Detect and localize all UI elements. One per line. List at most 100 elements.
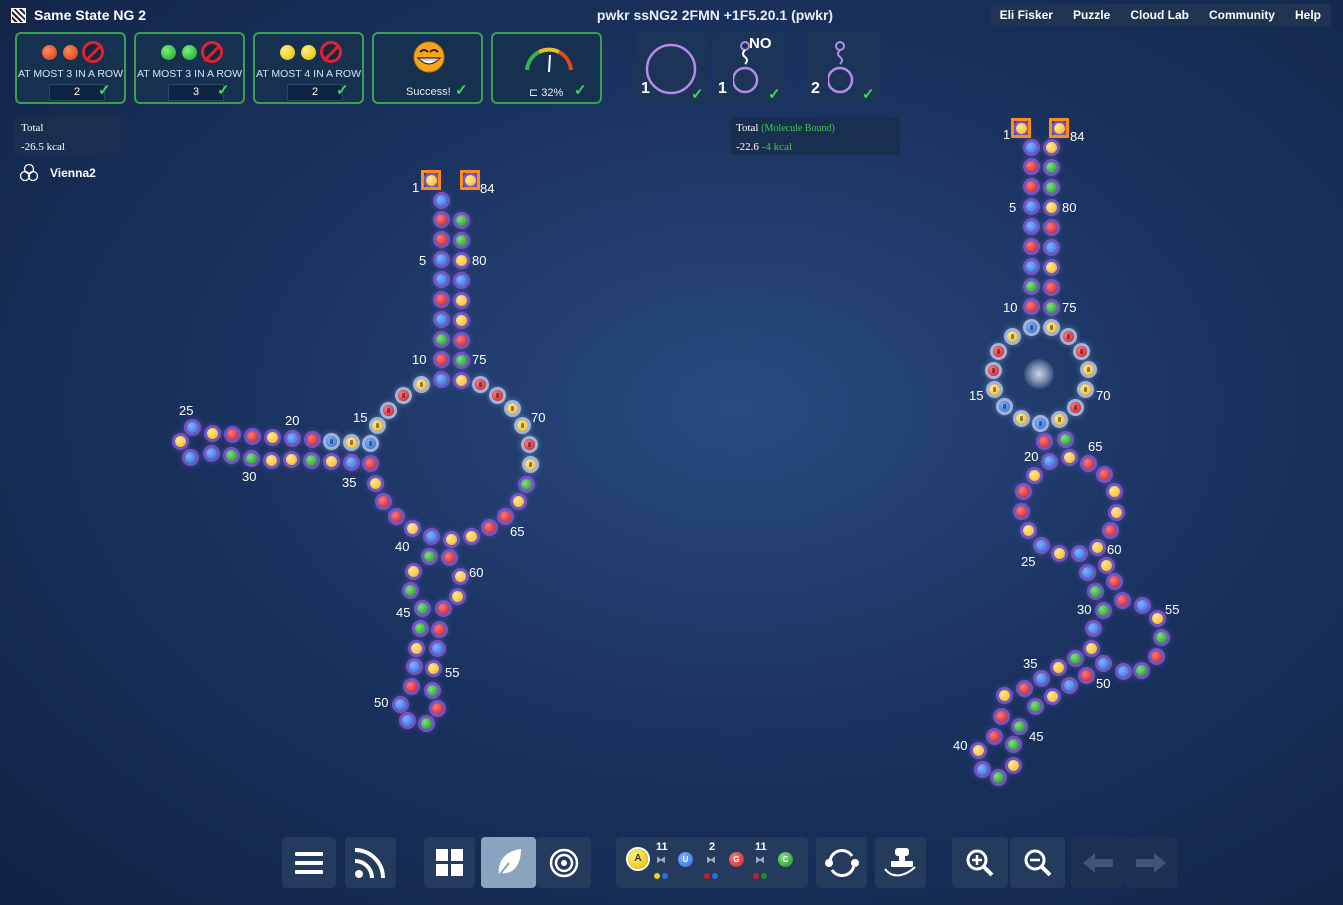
nucleotide-a[interactable] (415, 378, 427, 390)
nucleotide-u[interactable] (455, 274, 467, 286)
nav-help[interactable]: Help (1285, 4, 1331, 26)
nucleotide-a[interactable] (1028, 469, 1040, 481)
nucleotide-a[interactable] (455, 374, 467, 386)
nucleotide-a[interactable] (1091, 541, 1103, 553)
nucleotide-a[interactable] (1015, 122, 1027, 134)
nucleotide-c[interactable] (426, 684, 438, 696)
nucleotide-a[interactable] (265, 454, 277, 466)
nucleotide-g[interactable] (306, 433, 318, 445)
nucleotide-a[interactable] (455, 314, 467, 326)
nucleotide-a[interactable] (1151, 612, 1163, 624)
nucleotide-a[interactable] (506, 402, 518, 414)
nucleotide-g[interactable] (377, 495, 389, 507)
nucleotide-u[interactable] (1035, 672, 1047, 684)
zoom-out-button[interactable] (1010, 837, 1065, 888)
nucleotide-c[interactable] (1069, 652, 1081, 664)
nucleotide-a[interactable] (1045, 201, 1057, 213)
nucleotide-u[interactable] (1087, 622, 1099, 634)
nucleotide-a[interactable] (1100, 559, 1112, 571)
nucleotide-c[interactable] (1045, 301, 1057, 313)
nucleotide-g[interactable] (443, 551, 455, 563)
nucleotide-u[interactable] (1043, 455, 1055, 467)
nucleotide-c[interactable] (1013, 720, 1025, 732)
layout-button[interactable] (424, 837, 475, 888)
nucleotide-u[interactable] (1034, 417, 1046, 429)
nucleotide-u[interactable] (286, 432, 298, 444)
nucleotide-a[interactable] (1082, 363, 1094, 375)
nucleotide-g[interactable] (1025, 300, 1037, 312)
nav-community[interactable]: Community (1199, 4, 1285, 26)
nucleotide-g[interactable] (1015, 505, 1027, 517)
nucleotide-a[interactable] (516, 419, 528, 431)
nucleotide-g[interactable] (435, 293, 447, 305)
nucleotide-g[interactable] (397, 389, 409, 401)
nucleotide-c[interactable] (1089, 585, 1101, 597)
nucleotide-c[interactable] (420, 717, 432, 729)
nucleotide-u[interactable] (1025, 260, 1037, 272)
nucleotide-u[interactable] (435, 253, 447, 265)
nucleotide-g[interactable] (1062, 330, 1074, 342)
nucleotide-a[interactable] (345, 436, 357, 448)
nucleotide-a[interactable] (512, 495, 524, 507)
nucleotide-c[interactable] (992, 771, 1004, 783)
nucleotide-a[interactable] (972, 744, 984, 756)
nucleotide-a[interactable] (1110, 506, 1122, 518)
nucleotide-g[interactable] (1080, 669, 1092, 681)
nucleotide-g[interactable] (1045, 221, 1057, 233)
nucleotide-c[interactable] (225, 449, 237, 461)
nucleotide-u[interactable] (205, 447, 217, 459)
engine-icon[interactable] (19, 163, 39, 183)
nucleotide-a[interactable] (1052, 661, 1064, 673)
nucleotide-g[interactable] (1018, 682, 1030, 694)
constraint-gauge[interactable]: ⊏ 32% ✓ (491, 32, 602, 104)
constraint-success[interactable]: Success! ✓ (372, 32, 483, 104)
nucleotide-c[interactable] (305, 454, 317, 466)
nucleotide-u[interactable] (401, 714, 413, 726)
nucleotide-a[interactable] (285, 453, 297, 465)
nucleotide-a[interactable] (1045, 261, 1057, 273)
feed-button[interactable] (345, 837, 396, 888)
nucleotide-a[interactable] (455, 254, 467, 266)
nucleotide-u[interactable] (435, 373, 447, 385)
swap-button[interactable] (816, 837, 867, 888)
nucleotide-g[interactable] (1075, 345, 1087, 357)
nucleotide-c[interactable] (455, 354, 467, 366)
pair-gc-icon[interactable]: ⧓ (755, 855, 765, 866)
nucleotide-g[interactable] (435, 233, 447, 245)
nucleotide-g[interactable] (1098, 468, 1110, 480)
nucleotide-g[interactable] (499, 510, 511, 522)
nucleotide-g[interactable] (1025, 240, 1037, 252)
constraint-yellow-max[interactable]: AT MOST 4 IN A ROW 2 ✓ (253, 32, 364, 104)
nucleotide-a[interactable] (998, 689, 1010, 701)
undo-button[interactable] (1071, 837, 1124, 888)
nucleotide-u[interactable] (998, 400, 1010, 412)
zoom-in-button[interactable] (952, 837, 1008, 888)
nucleotide-u[interactable] (364, 437, 376, 449)
nucleotide-u[interactable] (435, 273, 447, 285)
nucleotide-a[interactable] (524, 458, 536, 470)
nucleotide-g[interactable] (474, 378, 486, 390)
nucleotide-g[interactable] (1017, 485, 1029, 497)
nucleotide-c[interactable] (455, 214, 467, 226)
state-1-thumbnail[interactable]: 1 ✓ (635, 32, 708, 104)
constraint-red-max[interactable]: AT MOST 3 IN A ROW 2 ✓ (15, 32, 126, 104)
nucleotide-c[interactable] (1045, 161, 1057, 173)
nucleotide-c[interactable] (1155, 631, 1167, 643)
nucleotide-a[interactable] (1085, 642, 1097, 654)
nucleotide-c[interactable] (520, 478, 532, 490)
nucleotide-u[interactable] (1063, 679, 1075, 691)
nucleotide-u[interactable] (1025, 200, 1037, 212)
nucleotide-u[interactable] (325, 435, 337, 447)
nucleotide-g[interactable] (1069, 401, 1081, 413)
nucleotide-g[interactable] (1108, 575, 1120, 587)
nucleotide-g[interactable] (405, 680, 417, 692)
nucleotide-a[interactable] (445, 533, 457, 545)
nucleotide-c[interactable] (435, 333, 447, 345)
nucleotide-g[interactable] (364, 457, 376, 469)
engine-name[interactable]: Vienna2 (50, 166, 96, 180)
menu-button[interactable] (282, 837, 336, 888)
nucleotide-a[interactable] (1046, 690, 1058, 702)
nucleotide-c[interactable] (1029, 700, 1041, 712)
nucleotide-g[interactable] (995, 710, 1007, 722)
nucleotide-g[interactable] (246, 430, 258, 442)
